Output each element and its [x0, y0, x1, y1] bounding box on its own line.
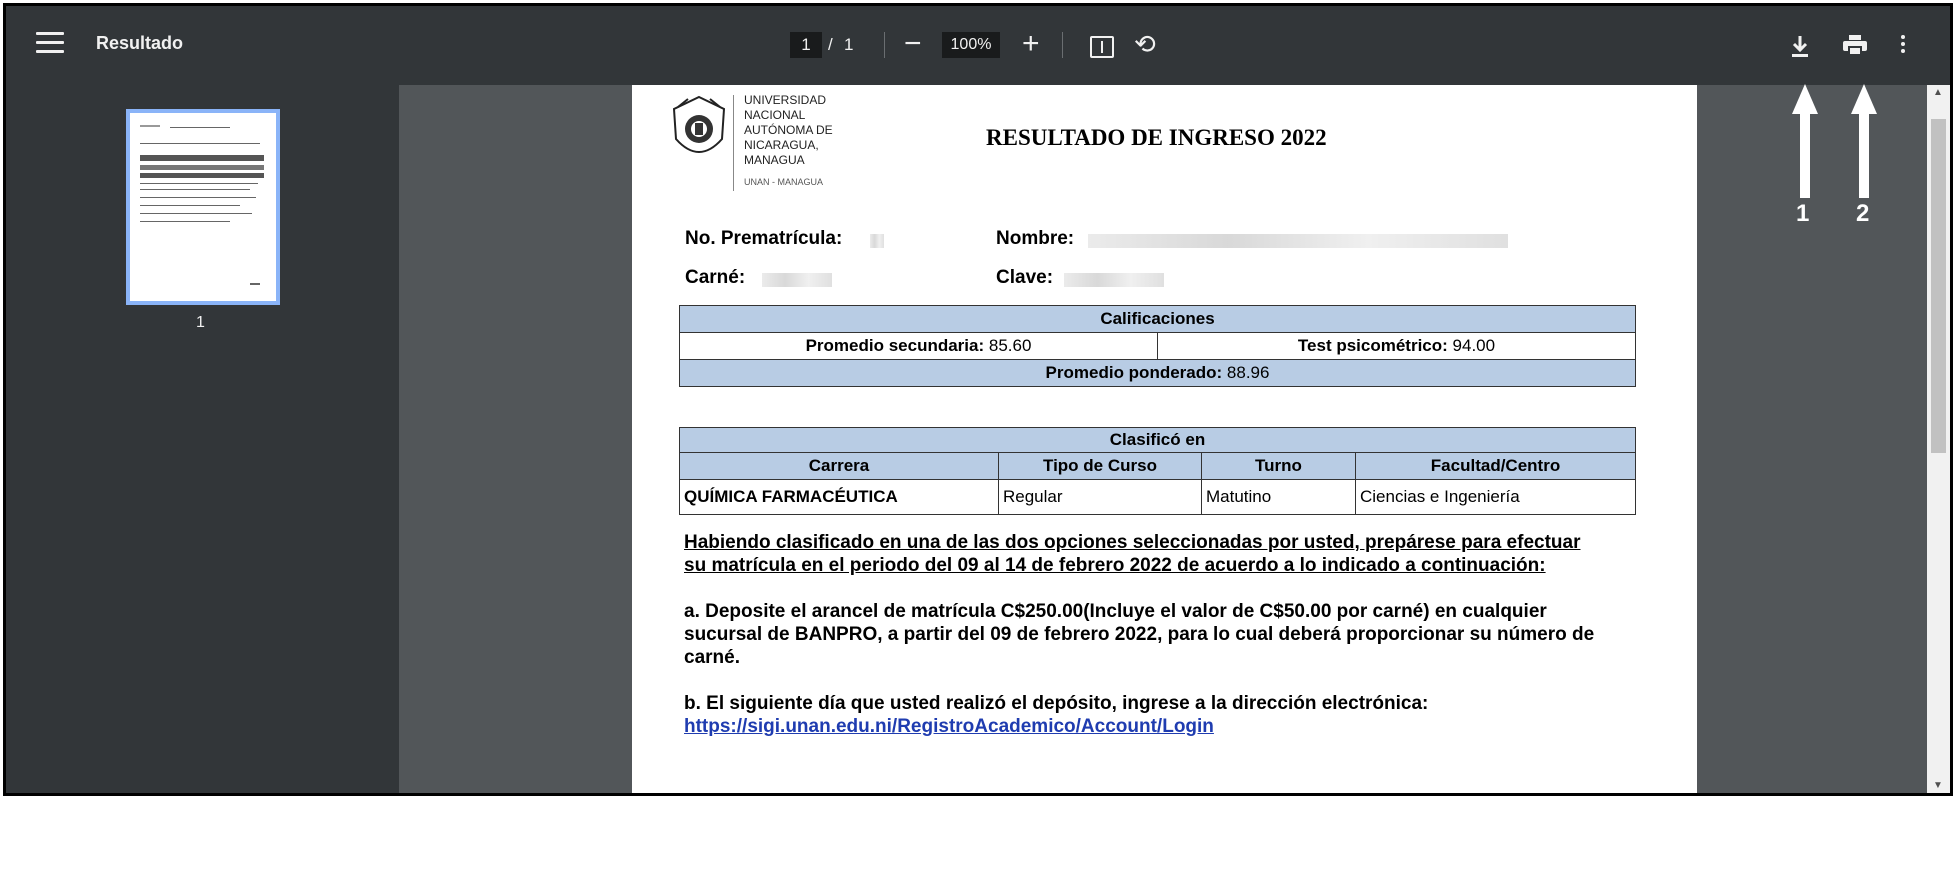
instruction-step-a: a. Deposite el arancel de matrícula C$25… [684, 601, 1595, 668]
thumbnail-sidebar: 1 [6, 85, 399, 793]
redacted-value [1064, 273, 1164, 287]
document-heading: RESULTADO DE INGRESO 2022 [986, 125, 1327, 150]
scroll-up-arrow[interactable]: ▲ [1933, 87, 1943, 98]
column-header: Turno [1201, 452, 1356, 480]
annotation-number-1: 1 [1796, 200, 1810, 227]
annotation-arrow-head [1792, 84, 1818, 114]
print-icon[interactable] [1842, 34, 1868, 56]
weighted-average-cell: Promedio ponderado: 88.96 [679, 359, 1636, 387]
placement-header: Clasificó en [679, 427, 1636, 453]
hamburger-icon[interactable] [36, 32, 64, 58]
university-name: UNIVERSIDAD NACIONAL AUTÓNOMA DE NICARAG… [744, 93, 833, 167]
toolbar-divider [884, 32, 885, 58]
instructions-intro: Habiendo clasificado en una de las dos o… [684, 532, 1581, 576]
annotation-arrow-head [1851, 84, 1877, 114]
download-icon[interactable] [1789, 34, 1811, 60]
instructions: Habiendo clasificado en una de las dos o… [684, 531, 1604, 738]
zoom-out-button[interactable]: − [904, 26, 922, 62]
annotation-arrow-2 [1859, 112, 1869, 198]
grades-cell: Promedio secundaria: 85.60 [679, 332, 1158, 360]
rotate-icon[interactable]: ⟲ [1134, 26, 1156, 62]
document-title: Resultado [96, 33, 184, 53]
redacted-value [762, 273, 832, 287]
university-subtitle: UNAN - MANAGUA [744, 177, 824, 187]
column-header: Tipo de Curso [998, 452, 1202, 480]
redacted-value [1088, 234, 1508, 248]
page-thumbnail[interactable] [126, 109, 280, 305]
fit-page-icon[interactable] [1090, 36, 1114, 58]
zoom-level-input[interactable]: 100% [942, 32, 1000, 58]
grades-cell: Test psicométrico: 94.00 [1157, 332, 1636, 360]
university-seal-icon [672, 95, 726, 153]
viewer-toolbar: Resultado 1 / 1 − 100% + ⟲ [6, 6, 1950, 85]
toolbar-divider [1062, 32, 1063, 58]
pdf-page: UNIVERSIDAD NACIONAL AUTÓNOMA DE NICARAG… [632, 85, 1697, 793]
thumbnail-page-label: 1 [196, 314, 205, 331]
document-viewport: UNIVERSIDAD NACIONAL AUTÓNOMA DE NICARAG… [399, 85, 1927, 793]
registration-link[interactable]: https://sigi.unan.edu.ni/RegistroAcademi… [684, 715, 1604, 738]
nombre-label: Nombre: [996, 228, 1075, 249]
grades-header: Calificaciones [679, 305, 1636, 333]
table-cell: Regular [998, 479, 1202, 515]
table-cell: QUÍMICA FARMACÉUTICA [679, 479, 999, 515]
carne-label: Carné: [685, 267, 746, 288]
column-header: Facultad/Centro [1355, 452, 1636, 480]
prematricula-label: No. Prematrícula: [685, 228, 843, 249]
grades-table: Calificaciones Promedio secundaria: 85.6… [679, 305, 1636, 387]
table-row: QUÍMICA FARMACÉUTICA Regular Matutino Ci… [679, 479, 1636, 515]
instruction-step-b: b. El siguiente día que usted realizó el… [684, 693, 1429, 714]
table-cell: Ciencias e Ingeniería [1355, 479, 1636, 515]
scrollbar-thumb[interactable] [1931, 119, 1946, 453]
table-cell: Matutino [1201, 479, 1356, 515]
annotation-number-2: 2 [1856, 200, 1870, 227]
page-separator: / [828, 35, 833, 54]
column-header: Carrera [679, 452, 999, 480]
zoom-in-button[interactable]: + [1022, 26, 1040, 62]
vertical-scrollbar[interactable]: ▲ ▼ [1927, 85, 1950, 793]
placement-table: Clasificó en Carrera Tipo de Curso Turno… [679, 427, 1636, 515]
logo-divider [733, 95, 734, 191]
scroll-down-arrow[interactable]: ▼ [1933, 780, 1943, 791]
clave-label: Clave: [996, 267, 1054, 288]
annotation-arrow-1 [1800, 112, 1810, 198]
pdf-viewer-window: Resultado 1 / 1 − 100% + ⟲ 1 UNIVERSIDAD… [3, 3, 1953, 796]
redacted-value [870, 234, 884, 248]
page-total: 1 [844, 35, 854, 54]
page-number-input[interactable]: 1 [790, 32, 822, 58]
more-vert-icon[interactable] [1898, 32, 1908, 58]
